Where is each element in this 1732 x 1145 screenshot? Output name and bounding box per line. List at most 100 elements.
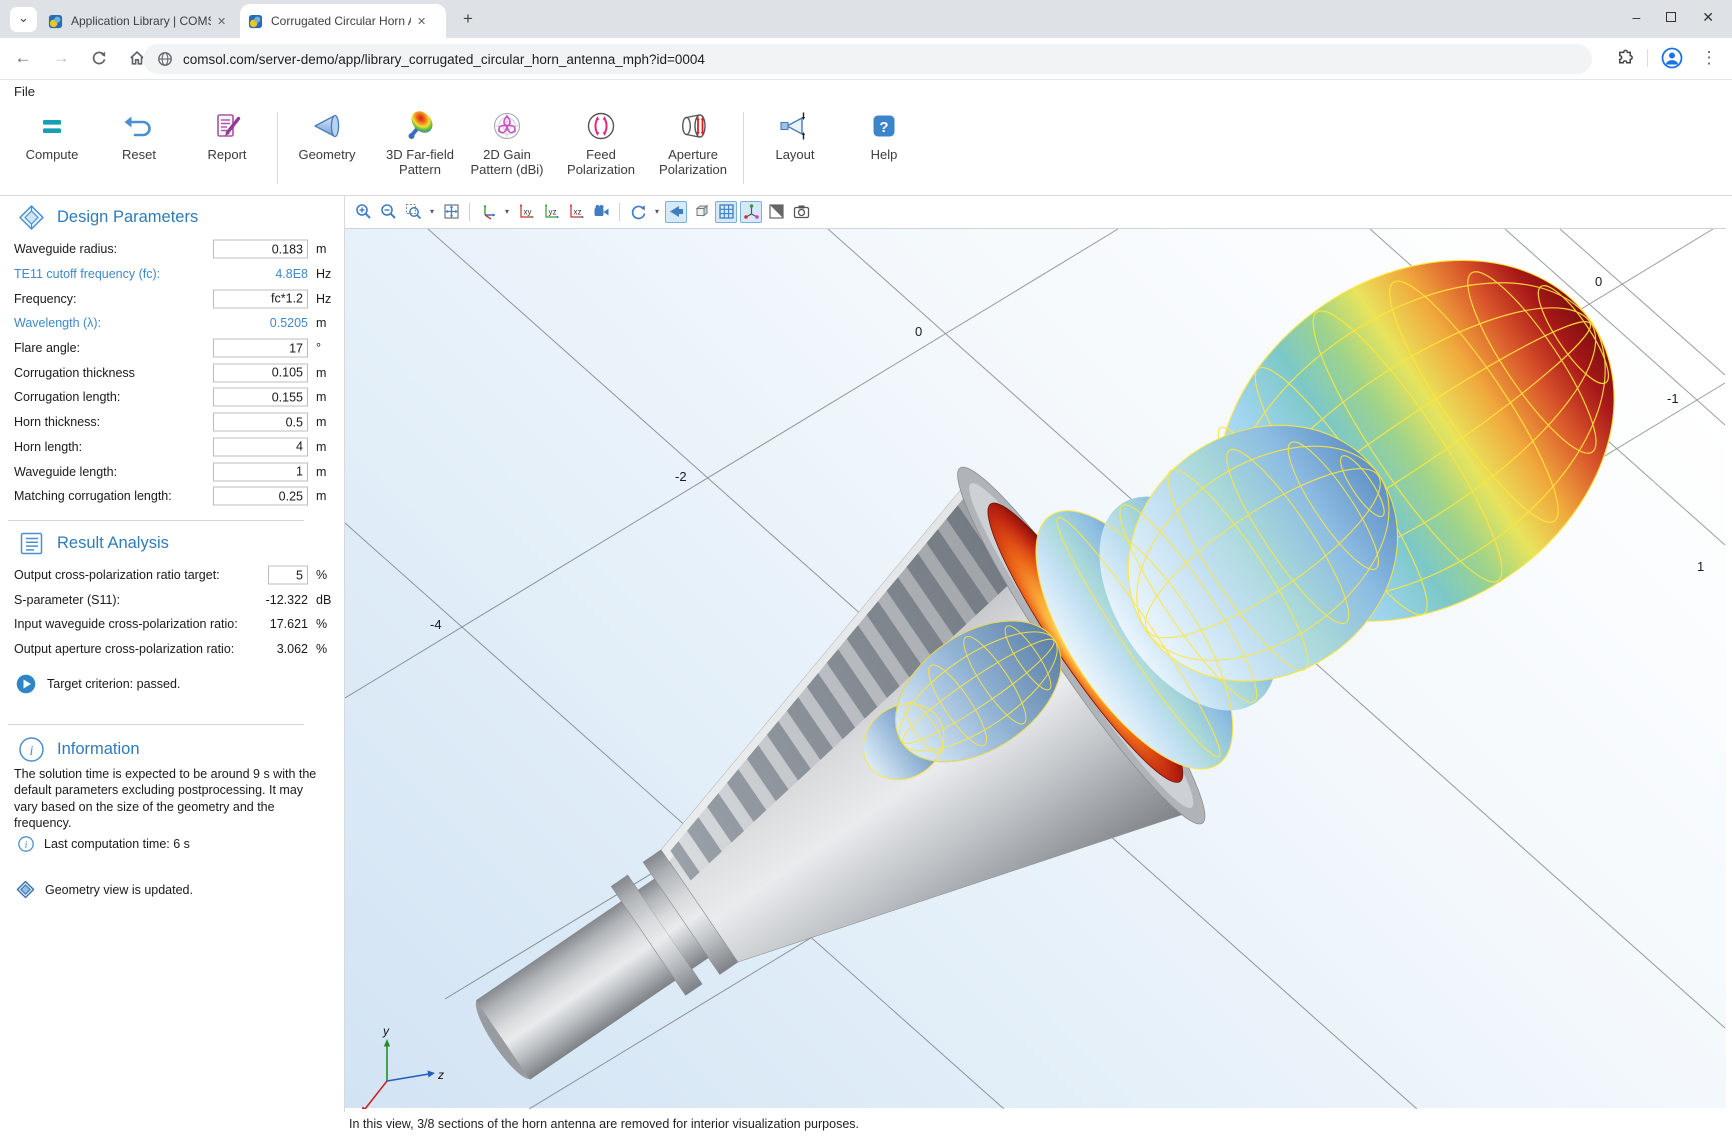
horn-thickness-input[interactable] — [213, 413, 308, 432]
snapshot-button[interactable] — [790, 201, 812, 223]
result-analysis-header: Result Analysis — [0, 528, 169, 558]
aperture-polarization-button[interactable]: Aperture Polarization — [650, 106, 736, 192]
flare-angle-input[interactable] — [213, 339, 308, 358]
waveguide-radius-input[interactable] — [213, 240, 308, 259]
axis-tick-label: -2 — [675, 469, 687, 484]
tab-close-icon[interactable]: ✕ — [417, 15, 426, 28]
design-parameters-header: Design Parameters — [0, 202, 198, 232]
result-row: S-parameter (S11): -12.322 dB — [0, 588, 344, 613]
transparency-toggle[interactable] — [690, 201, 712, 223]
param-unit: m — [316, 390, 326, 404]
view-xy-button[interactable]: xy — [515, 201, 537, 223]
feed-polarization-button[interactable]: Feed Polarization — [558, 106, 644, 192]
information-icon: i — [18, 736, 45, 763]
ribbon-separator — [277, 112, 278, 184]
3d-farfield-pattern-button[interactable]: 3D Far-field Pattern — [377, 106, 463, 192]
view-yz-button[interactable]: yz — [540, 201, 562, 223]
window-close-button[interactable]: ✕ — [1702, 10, 1714, 24]
window-maximize-button[interactable] — [1666, 12, 1676, 22]
2d-gain-pattern-button[interactable]: 2D Gain Pattern (dBi) — [464, 106, 550, 192]
horn-length-input[interactable] — [213, 437, 308, 456]
param-label: Horn length: — [14, 440, 82, 454]
param-unit: m — [316, 440, 326, 454]
reload-button[interactable] — [86, 45, 112, 71]
tab-corrugated-horn[interactable]: Corrugated Circular Horn Anten ✕ — [240, 4, 446, 38]
triad-z-label: z — [437, 1068, 444, 1082]
default-view-dropdown[interactable]: ▾ — [502, 207, 512, 216]
show-geometry-toggle[interactable] — [665, 201, 687, 223]
zoom-box-button[interactable] — [402, 201, 424, 223]
projection-camera-icon — [593, 203, 610, 220]
graphics-canvas[interactable]: y z x 0 -2 -4 0 -1 1 — [345, 228, 1726, 1108]
chevron-down-icon: ⌄ — [18, 10, 29, 25]
zoom-extents-icon — [443, 203, 460, 220]
waveguide-length-input[interactable] — [213, 462, 308, 481]
grid-icon — [718, 203, 735, 220]
param-unit: ° — [316, 341, 321, 355]
3d-farfield-icon — [403, 109, 437, 143]
show-axis-orientation-toggle[interactable] — [740, 201, 762, 223]
new-tab-button[interactable]: + — [456, 8, 480, 32]
solution-time-note: The solution time is expected to be arou… — [14, 766, 320, 832]
result-row: Output aperture cross-polarization ratio… — [0, 637, 344, 662]
zoom-box-dropdown[interactable]: ▾ — [427, 207, 437, 216]
ribbon-separator — [743, 112, 744, 184]
app-ribbon: Compute Reset Report Geometry 3D Far-fie… — [0, 100, 1732, 195]
section-title: Design Parameters — [57, 208, 198, 227]
help-button[interactable]: ? Help — [841, 106, 927, 192]
corrugation-length-input[interactable] — [213, 388, 308, 407]
invert-background-toggle[interactable] — [765, 201, 787, 223]
forward-button[interactable]: → — [48, 45, 74, 71]
rotate-view-dropdown[interactable]: ▾ — [652, 207, 662, 216]
info-small-icon: i — [18, 836, 34, 852]
show-grid-toggle[interactable] — [715, 201, 737, 223]
tab-close-icon[interactable]: ✕ — [217, 15, 226, 28]
geometry-button[interactable]: Geometry — [284, 106, 370, 192]
cross-polarization-target-input[interactable] — [268, 566, 308, 585]
projection-camera-button[interactable] — [590, 201, 612, 223]
back-button[interactable]: ← — [10, 45, 36, 71]
zoom-in-button[interactable] — [352, 201, 374, 223]
extensions-icon[interactable] — [1616, 49, 1635, 68]
frequency-input[interactable] — [213, 289, 308, 308]
design-parameters-rows: Waveguide radius: m TE11 cutoff frequenc… — [0, 237, 344, 509]
param-label: Flare angle: — [14, 341, 80, 355]
svg-text:i: i — [25, 840, 28, 851]
param-unit: m — [316, 465, 326, 479]
address-bar[interactable]: comsol.com/server-demo/app/library_corru… — [143, 44, 1592, 74]
svg-text:yz: yz — [548, 208, 556, 217]
reset-button[interactable]: Reset — [96, 106, 182, 192]
status-text: Target criterion: passed. — [47, 677, 180, 691]
view-xy-icon: xy — [518, 203, 535, 220]
section-divider — [8, 724, 304, 725]
tab-search-button[interactable]: ⌄ — [10, 7, 37, 32]
profile-avatar-icon[interactable] — [1660, 46, 1684, 70]
layout-button[interactable]: Layout — [752, 106, 838, 192]
matching-corrugation-length-input[interactable] — [213, 487, 308, 506]
axis-tick-label: -4 — [430, 617, 442, 632]
tab-application-library[interactable]: Application Library | COMSOL S ✕ — [40, 4, 236, 38]
rotate-view-button[interactable] — [627, 201, 649, 223]
compute-icon — [35, 109, 69, 143]
view-xz-button[interactable]: xz — [565, 201, 587, 223]
tab-title: Corrugated Circular Horn Anten — [271, 14, 411, 28]
param-unit: m — [316, 489, 326, 503]
aperture-polarization-icon — [676, 109, 710, 143]
report-button[interactable]: Report — [184, 106, 270, 192]
geometry-updated-icon — [16, 880, 35, 899]
param-row: Matching corrugation length: m — [0, 484, 344, 509]
corrugation-thickness-input[interactable] — [213, 363, 308, 382]
browser-menu-icon[interactable]: ⋮ — [1696, 45, 1722, 71]
zoom-extents-button[interactable] — [440, 201, 462, 223]
window-minimize-button[interactable]: – — [1632, 10, 1640, 24]
param-unit: m — [316, 242, 326, 256]
section-title: Information — [57, 740, 140, 759]
default-view-button[interactable] — [477, 201, 499, 223]
file-menu[interactable]: File — [14, 84, 35, 99]
layout-icon — [778, 109, 812, 143]
target-criterion-status: Target criterion: passed. — [16, 674, 180, 694]
compute-button[interactable]: Compute — [9, 106, 95, 192]
zoom-out-button[interactable] — [377, 201, 399, 223]
result-analysis-icon — [18, 530, 45, 557]
output-cross-polarization-value: 3.062 — [213, 642, 308, 656]
